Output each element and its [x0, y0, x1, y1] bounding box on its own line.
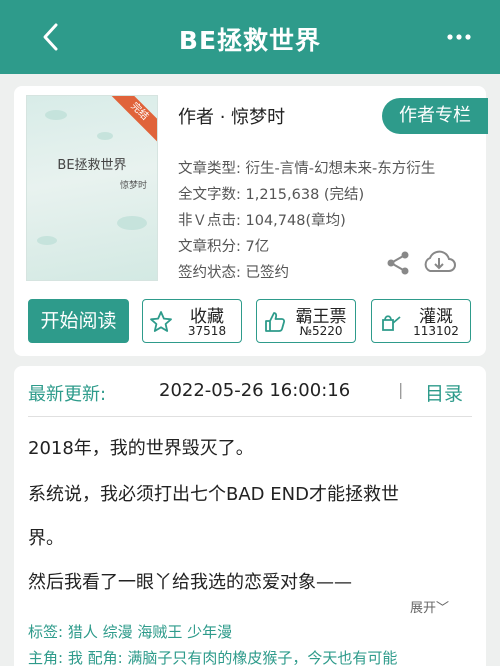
completed-badge: 完结: [105, 96, 157, 146]
summary-line: 然后我看了一眼丫给我选的恋爱对象——: [28, 572, 352, 593]
star-icon: [150, 311, 172, 332]
watering-can-icon: [382, 315, 401, 331]
water-button[interactable]: 灌溉 113102: [371, 299, 471, 343]
page-title: BE拯救世界: [178, 26, 322, 55]
more-dots-icon[interactable]: [446, 24, 472, 50]
info-clicks: 非Ｖ点击: 104,748(章均): [178, 213, 346, 229]
info-score: 文章积分: 7亿: [178, 239, 270, 255]
cover-decoration: [37, 236, 57, 245]
cover-title: BE拯救世界: [57, 158, 127, 173]
table-of-contents-link[interactable]: 目录: [425, 379, 463, 406]
author-column-button[interactable]: 作者专栏: [382, 98, 488, 134]
vote-rank: №5220: [299, 324, 343, 338]
summary-card: 最新更新: 2022-05-26 16:00:16 | 目录 2018年，我的世…: [14, 366, 486, 666]
cover-decoration: [117, 216, 147, 230]
expand-button[interactable]: 展开﹀: [410, 597, 449, 616]
latest-update-label: 最新更新:: [28, 384, 107, 405]
collect-button[interactable]: 收藏 37518: [142, 299, 242, 343]
thumbs-up-icon: [265, 312, 286, 332]
latest-update-time[interactable]: 2022-05-26 16:00:16: [159, 380, 350, 401]
cover-decoration: [97, 132, 113, 140]
top-bar: BE拯救世界: [0, 0, 500, 74]
collect-count: 37518: [187, 324, 227, 338]
water-count: 113102: [413, 324, 459, 338]
roles-line: 主角: 我 配角: 满脑子只有肉的橡皮猴子，今天也有可能: [28, 649, 398, 666]
divider: [28, 416, 472, 417]
summary-line: 2018年，我的世界毁灭了。: [28, 438, 254, 459]
separator: |: [398, 380, 404, 399]
cloud-download-icon[interactable]: [421, 247, 457, 277]
book-cover[interactable]: BE拯救世界 惊梦时 完结: [26, 95, 158, 281]
info-word-count: 全文字数: 1,215,638 (完结): [178, 187, 365, 203]
summary-line: 界。: [28, 528, 64, 549]
cover-author: 惊梦时: [119, 181, 147, 191]
info-sign-status: 签约状态: 已签约: [178, 265, 289, 281]
vote-button[interactable]: 霸王票 №5220: [256, 299, 356, 343]
author-name[interactable]: 作者 · 惊梦时: [178, 103, 285, 129]
start-reading-button[interactable]: 开始阅读: [28, 299, 129, 343]
tags-line[interactable]: 标签: 猎人 综漫 海贼王 少年漫: [28, 621, 232, 642]
summary-line: 系统说，我必须打出七个BAD END才能拯救世: [28, 484, 399, 505]
book-info-card: BE拯救世界 惊梦时 完结 作者 · 惊梦时 作者专栏 文章类型: 衍生-言情-…: [14, 86, 488, 356]
info-genre: 文章类型: 衍生-言情-幻想未来-东方衍生: [178, 161, 436, 177]
share-icon[interactable]: [384, 249, 412, 277]
cover-decoration: [45, 110, 67, 120]
